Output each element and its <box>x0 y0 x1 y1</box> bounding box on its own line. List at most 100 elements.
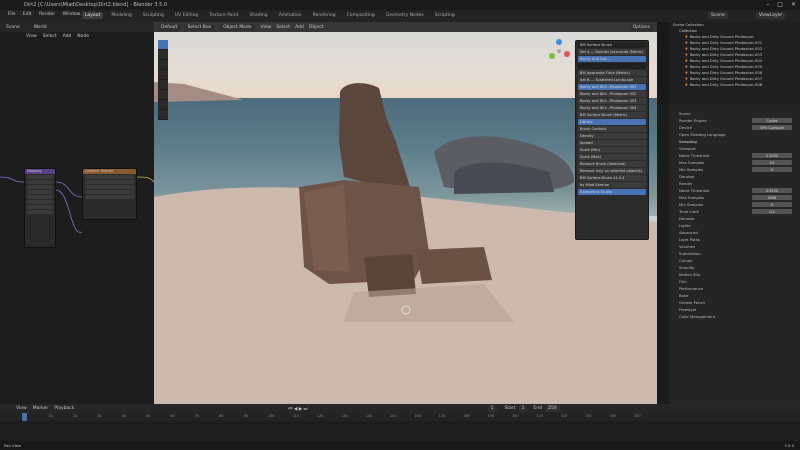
spread-field[interactable]: Spread <box>578 140 646 146</box>
timeline-menu-view[interactable]: View <box>16 406 27 411</box>
menu-view[interactable]: View <box>26 34 37 39</box>
section-grease-pencil[interactable]: Grease Pencil <box>669 299 800 306</box>
render-engine-select[interactable]: Cycles <box>752 118 792 123</box>
mapping-node[interactable]: Mapping <box>24 168 56 248</box>
viewport-menu-object[interactable]: Object <box>309 25 324 30</box>
panel-item[interactable]: Rocky and Dirt…Photoscan 003 <box>578 98 646 104</box>
section-render[interactable]: Render <box>669 180 800 187</box>
sidebar-tabs[interactable] <box>657 22 669 104</box>
tab-texture-paint[interactable]: Texture Paint <box>206 12 241 19</box>
viewport-menu-select[interactable]: Select <box>276 25 290 30</box>
panel-item[interactable]: Rocky Arid Dirt… <box>578 56 646 62</box>
panel-item[interactable]: BM Surface Brush (Metric) <box>578 112 646 118</box>
tab-rendering[interactable]: Rendering <box>310 12 339 19</box>
scale-tool-icon[interactable] <box>158 80 168 90</box>
section-viewport[interactable]: Viewport <box>669 145 800 152</box>
select-tool-icon[interactable] <box>158 40 168 50</box>
menu-edit[interactable]: Edit <box>23 12 32 17</box>
tab-shading[interactable]: Shading <box>246 12 270 19</box>
measure-tool-icon[interactable] <box>158 110 168 120</box>
render-min-samples-field[interactable]: 0 <box>752 202 792 207</box>
object-mode-selector[interactable]: Object Mode <box>220 23 255 31</box>
panel-item[interactable]: Brush Controls <box>578 126 646 132</box>
device-select[interactable]: GPU Compute <box>752 125 792 130</box>
scale-max-field[interactable]: Scale (Max) <box>578 154 646 160</box>
maximize-button[interactable]: □ <box>777 1 783 8</box>
gradient-texture-node[interactable]: Gradient Texture <box>82 168 137 220</box>
playback-controls[interactable]: ⏮ ◀ ▶ ⏭ <box>288 406 307 412</box>
scene-selector[interactable]: Scene <box>708 12 728 19</box>
section-freestyle[interactable]: Freestyle <box>669 306 800 313</box>
tab-modeling[interactable]: Modeling <box>108 12 134 19</box>
viewport-noise-threshold-field[interactable]: 0.1000 <box>752 153 792 158</box>
current-frame-field[interactable]: 1 <box>487 405 497 412</box>
section-subdivision[interactable]: Subdivision <box>669 250 800 257</box>
navigation-gizmo[interactable] <box>546 38 572 64</box>
section-performance[interactable]: Performance <box>669 285 800 292</box>
outliner-item[interactable]: ▼ Rocky and Dirty Ground Photoscan.008 <box>669 82 800 88</box>
section-film[interactable]: Film <box>669 278 800 285</box>
section-advanced[interactable]: Advanced <box>669 229 800 236</box>
section-bake[interactable]: Bake <box>669 292 800 299</box>
tab-layout[interactable]: Layout <box>82 12 104 19</box>
move-tool-icon[interactable] <box>158 60 168 70</box>
density-field[interactable]: Density <box>578 133 646 139</box>
drag-selector[interactable]: Select Box <box>184 23 215 31</box>
end-frame-field[interactable]: 250 <box>544 405 560 412</box>
annotate-tool-icon[interactable] <box>158 100 168 110</box>
osl-checkbox[interactable]: Open Shading Language <box>669 131 800 138</box>
tab-compositing[interactable]: Compositing <box>344 12 378 19</box>
time-limit-field[interactable]: 0 s <box>752 209 792 214</box>
properties-tabs[interactable] <box>657 104 669 404</box>
menu-node[interactable]: Node <box>77 34 89 39</box>
tab-animation[interactable]: Animation <box>276 12 305 19</box>
properties-editor[interactable]: Scene Render Engine Cycles Device GPU Comp… <box>669 104 800 404</box>
section-simplify[interactable]: Simplify <box>669 264 800 271</box>
section-volumes[interactable]: Volumes <box>669 243 800 250</box>
start-frame-field[interactable]: 1 <box>518 405 528 412</box>
section-light-paths[interactable]: Light Paths <box>669 236 800 243</box>
panel-item[interactable]: Rocky and Dirt…Photoscan 001 <box>578 84 646 90</box>
tab-uv-editing[interactable]: UV Editing <box>172 12 201 19</box>
panel-item[interactable]: BM Jacaranda Flora (Metric) <box>578 70 646 76</box>
panel-item[interactable]: Set B — Scattered Landscape <box>578 77 646 83</box>
viewport-min-samples-field[interactable]: 0 <box>752 167 792 172</box>
menu-render[interactable]: Render <box>39 12 55 17</box>
menu-window[interactable]: Window <box>63 12 81 17</box>
section-motion-blur[interactable]: Motion Blur <box>669 271 800 278</box>
menu-add[interactable]: Add <box>63 34 72 39</box>
tab-scripting[interactable]: Scripting <box>432 12 458 19</box>
orientation-selector[interactable]: Default <box>158 23 181 31</box>
world-tab[interactable]: World <box>34 25 47 30</box>
panel-item[interactable]: Rocky and Dirt…Photoscan 002 <box>578 91 646 97</box>
viewport-menu-view[interactable]: View <box>261 25 272 30</box>
timeline-menu-marker[interactable]: Marker <box>33 406 49 411</box>
section-denoise[interactable]: Denoise <box>669 173 800 180</box>
viewport-menu-add[interactable]: Add <box>295 25 304 30</box>
panel-item[interactable]: Rocky and Dirt…Photoscan 004 <box>578 105 646 111</box>
cursor-tool-icon[interactable] <box>158 50 168 60</box>
section-curves[interactable]: Curves <box>669 257 800 264</box>
transform-tool-icon[interactable] <box>158 90 168 100</box>
close-button[interactable]: ✕ <box>791 1 796 8</box>
panel-item[interactable]: Extensions Studio <box>578 189 646 195</box>
menu-file[interactable]: File <box>8 12 16 17</box>
render-noise-threshold-field[interactable]: 0.0100 <box>752 188 792 193</box>
remove-selected-checkbox[interactable]: Remove only on selected object(s) <box>578 168 646 174</box>
section-sampling[interactable]: Sampling <box>669 138 800 145</box>
section-denoise-render[interactable]: Denoise <box>669 215 800 222</box>
scene-tab[interactable]: Scene <box>6 25 20 30</box>
section-color-management[interactable]: Color Management <box>669 313 800 320</box>
library-button[interactable]: Library <box>578 119 646 125</box>
panel-item[interactable]: Set A — Boulder Jacaranda (Metric) <box>578 49 646 55</box>
scale-min-field[interactable]: Scale (Min) <box>578 147 646 153</box>
view-layer-selector[interactable]: ViewLayer <box>756 12 786 19</box>
render-max-samples-field[interactable]: 4096 <box>752 195 792 200</box>
minimize-button[interactable]: – <box>766 1 769 8</box>
frame-ruler[interactable]: 0102030405060708090100110120130140150160… <box>0 413 800 421</box>
menu-select[interactable]: Select <box>43 34 57 39</box>
tab-geometry-nodes[interactable]: Geometry Nodes <box>383 12 427 19</box>
rotate-tool-icon[interactable] <box>158 70 168 80</box>
viewport-max-samples-field[interactable]: 24 <box>752 160 792 165</box>
playhead[interactable] <box>22 413 27 421</box>
